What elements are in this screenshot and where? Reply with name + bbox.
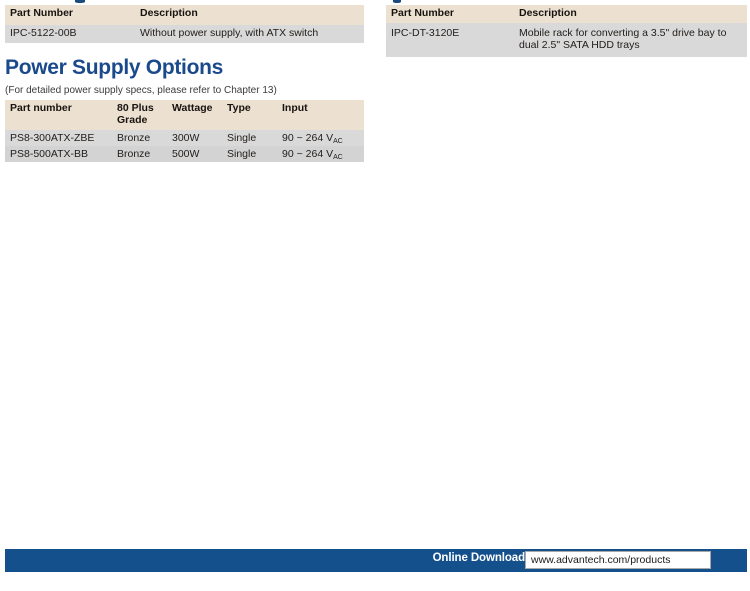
cell-input: 90 ~ 264 VAC [277, 145, 364, 163]
online-download-url-text[interactable]: www.advantech.com/products [531, 553, 670, 567]
power-supply-options-table: Part number 80 Plus Grade Wattage Type In… [5, 100, 364, 163]
column-header-part-number: Part Number [386, 5, 514, 23]
input-subscript: AC [333, 153, 343, 161]
cell-part-number: PS8-300ATX-ZBE [5, 129, 112, 146]
power-supply-options-heading: Power Supply Options [5, 56, 224, 79]
column-header-part-number: Part Number [5, 5, 135, 25]
column-header-80-plus-grade: 80 Plus Grade [112, 100, 167, 130]
clipped-heading-remnant-left [75, 0, 85, 3]
cell-part-number: PS8-500ATX-BB [5, 145, 112, 163]
cell-description: Mobile rack for converting a 3.5" drive … [514, 22, 747, 57]
header-line-1: 80 Plus [117, 102, 154, 114]
cell-type: Single [222, 145, 277, 163]
accessory-part-table: Part Number Description IPC-DT-3120E Mob… [386, 5, 747, 57]
cell-input: 90 ~ 264 VAC [277, 129, 364, 146]
cell-part-number: IPC-5122-00B [5, 25, 135, 43]
column-header-type: Type [222, 100, 277, 130]
table-header-row: Part Number Description [386, 5, 747, 23]
column-header-wattage: Wattage [167, 100, 222, 130]
table-header-row: Part Number Description [5, 5, 364, 25]
table-row: IPC-DT-3120E Mobile rack for converting … [386, 22, 747, 57]
column-header-part-number: Part number [5, 100, 112, 130]
cell-wattage: 500W [167, 145, 222, 163]
column-header-input: Input [277, 100, 364, 130]
input-value: 90 ~ 264 V [282, 131, 334, 144]
power-supply-options-note: (For detailed power supply specs, please… [5, 85, 277, 96]
input-value: 90 ~ 264 V [282, 147, 334, 160]
cell-description: Without power supply, with ATX switch [135, 25, 364, 43]
table-header-row: Part number 80 Plus Grade Wattage Type In… [5, 100, 364, 130]
clipped-heading-remnant-right [393, 0, 401, 3]
cell-type: Single [222, 129, 277, 146]
table-row: PS8-300ATX-ZBE Bronze 300W Single 90 ~ 2… [5, 129, 364, 146]
header-line-2: Grade [117, 113, 148, 126]
cell-grade: Bronze [112, 129, 167, 146]
chassis-part-table: Part Number Description IPC-5122-00B Wit… [5, 5, 364, 43]
input-subscript: AC [333, 137, 343, 145]
cell-grade: Bronze [112, 145, 167, 163]
column-header-description: Description [135, 5, 364, 25]
cell-part-number: IPC-DT-3120E [386, 22, 514, 57]
column-header-description: Description [514, 5, 747, 23]
table-row: IPC-5122-00B Without power supply, with … [5, 25, 364, 43]
table-row: PS8-500ATX-BB Bronze 500W Single 90 ~ 26… [5, 145, 364, 163]
online-download-label: Online Download [432, 552, 526, 564]
cell-wattage: 300W [167, 129, 222, 146]
